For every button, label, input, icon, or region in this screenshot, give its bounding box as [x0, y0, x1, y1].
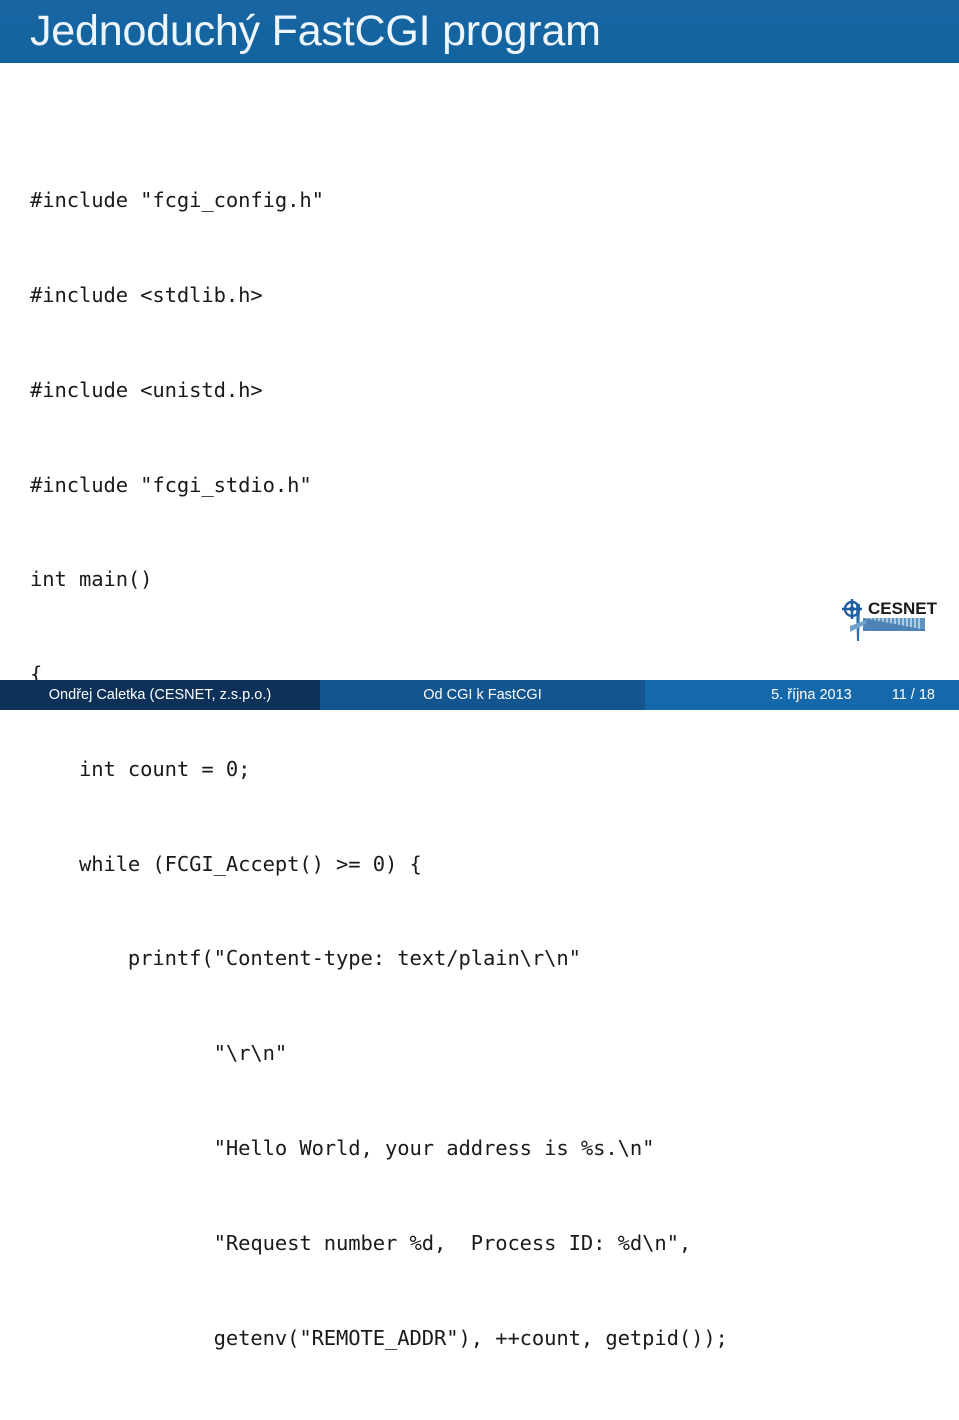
code-line: getenv("REMOTE_ADDR"), ++count, getpid()…	[30, 1325, 728, 1350]
code-line: #include "fcgi_config.h"	[30, 188, 324, 213]
code-line: int main()	[30, 567, 153, 592]
code-line: "\r\n"	[30, 1041, 288, 1066]
logo-fan-icon	[863, 618, 925, 634]
code-line: int count = 0;	[30, 756, 251, 781]
footer-meta: 5. října 2013 11 / 18	[645, 680, 959, 710]
logo-globe-icon	[842, 599, 866, 641]
code-listing: #include "fcgi_config.h" #include <stdli…	[30, 122, 920, 1420]
slide-title-bar: Jednoduchý FastCGI program	[0, 0, 959, 63]
page-title: Jednoduchý FastCGI program	[30, 7, 601, 55]
code-line: #include <stdlib.h>	[30, 282, 263, 307]
slide-footer: Ondřej Caletka (CESNET, z.s.p.o.) Od CGI…	[0, 680, 959, 710]
code-line: #include <unistd.h>	[30, 377, 263, 402]
code-line: #include "fcgi_stdio.h"	[30, 472, 312, 497]
code-line: "Hello World, your address is %s.\n"	[30, 1136, 655, 1160]
code-line: while (FCGI_Accept() >= 0) {	[30, 851, 422, 876]
footer-page-number: 11 / 18	[891, 687, 935, 703]
cesnet-logo-graphic: CESNET	[842, 599, 938, 641]
code-line: "Request number %d, Process ID: %d\n",	[30, 1230, 692, 1255]
footer-date: 5. října 2013	[771, 687, 852, 703]
code-line: printf("Content-type: text/plain\r\n"	[30, 946, 581, 971]
footer-author: Ondřej Caletka (CESNET, z.s.p.o.)	[0, 680, 320, 710]
cesnet-logo: CESNET	[838, 596, 950, 644]
code-line: } /* while */	[30, 1417, 920, 1420]
logo-wordmark: CESNET	[868, 599, 938, 618]
footer-section-title: Od CGI k FastCGI	[320, 680, 645, 710]
